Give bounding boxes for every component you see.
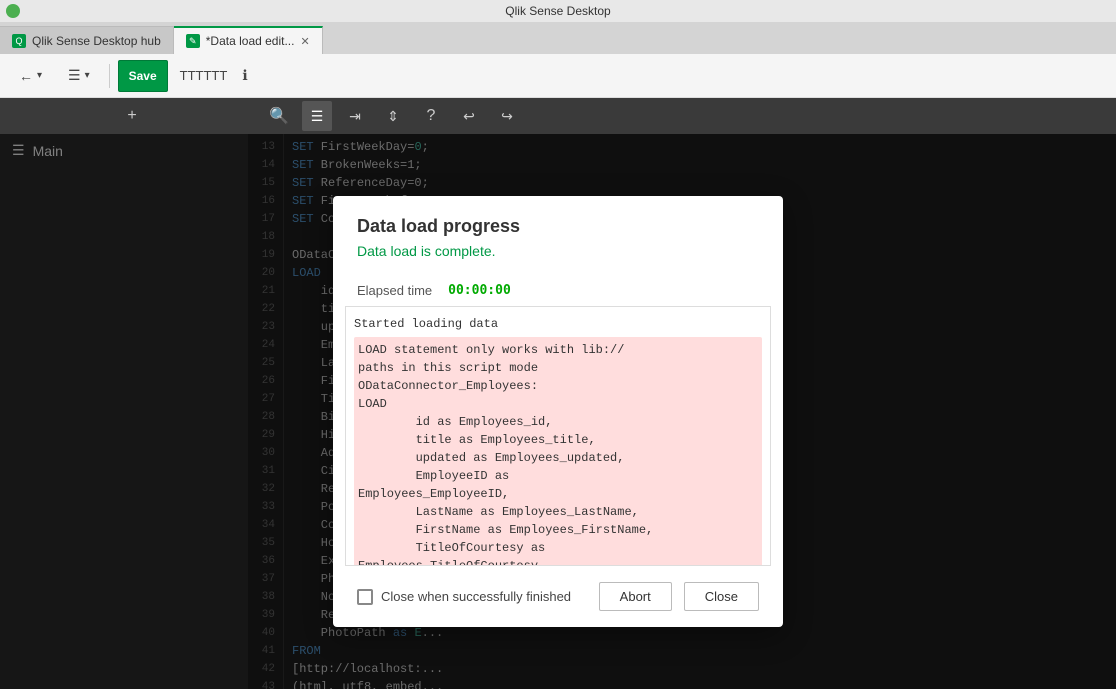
elapsed-label: Elapsed time xyxy=(357,283,432,298)
redo-button[interactable]: ↪ xyxy=(492,101,522,131)
tab-bar: Q Qlik Sense Desktop hub ✎ *Data load ed… xyxy=(0,22,1116,54)
hub-icon: Q xyxy=(12,34,26,48)
abort-button[interactable]: Abort xyxy=(599,582,672,611)
log-intro: Started loading data xyxy=(354,315,762,333)
close-on-success-checkbox[interactable] xyxy=(357,589,373,605)
help-icon: ? xyxy=(427,107,436,125)
close-label: Close xyxy=(705,589,738,604)
abort-label: Abort xyxy=(620,589,651,604)
help-button[interactable]: ? xyxy=(416,101,446,131)
indent-button[interactable]: ⇥ xyxy=(340,101,370,131)
data-load-dialog: Data load progress Data load is complete… xyxy=(333,196,783,627)
title-bar: Qlik Sense Desktop xyxy=(0,0,1116,22)
list-icon: ☰ xyxy=(68,67,81,84)
window-title: Qlik Sense Desktop xyxy=(505,4,610,18)
toolbar: ← ▾ ☰ ▾ Save TTTTTT ℹ xyxy=(0,54,1116,98)
save-label: Save xyxy=(129,69,157,83)
back-icon: ← xyxy=(19,68,33,84)
modal-title: Data load progress xyxy=(357,216,759,237)
save-button[interactable]: Save xyxy=(118,60,168,92)
checkbox-label: Close when successfully finished xyxy=(381,589,571,604)
secondary-toolbar: + 🔍 ☰ ⇥ ⇕ ? ↩ ↪ xyxy=(0,98,1116,134)
log-error-section: LOAD statement only works with lib:// pa… xyxy=(354,337,762,566)
app-icon xyxy=(6,4,20,18)
tab-close-icon[interactable]: ✕ xyxy=(300,35,309,48)
undo-button[interactable]: ↩ xyxy=(454,101,484,131)
modal-overlay: Data load progress Data load is complete… xyxy=(0,134,1116,689)
main-area: ☰ Main 13141516 17181920 21222324 252627… xyxy=(0,134,1116,689)
add-icon: + xyxy=(127,107,136,125)
list-button[interactable]: ☰ ▾ xyxy=(57,60,101,92)
tab-dataload[interactable]: ✎ *Data load edit... ✕ xyxy=(174,26,323,54)
indent-icon: ⇥ xyxy=(349,108,361,125)
modal-footer: Close when successfully finished Abort C… xyxy=(333,566,783,627)
tab-dataload-label: *Data load edit... xyxy=(206,34,295,48)
dataload-icon: ✎ xyxy=(186,34,200,48)
elapsed-value: 00:00:00 xyxy=(448,283,511,298)
search-icon: 🔍 xyxy=(269,106,289,126)
modal-log[interactable]: Started loading data LOAD statement only… xyxy=(345,306,771,566)
search-button[interactable]: 🔍 xyxy=(264,101,294,131)
font-label: TTTTTT xyxy=(180,68,228,83)
script-button[interactable]: ☰ xyxy=(302,101,332,131)
tab-hub[interactable]: Q Qlik Sense Desktop hub xyxy=(0,26,174,54)
info-icon: ℹ xyxy=(242,67,247,84)
align-button[interactable]: ⇕ xyxy=(378,101,408,131)
close-button[interactable]: Close xyxy=(684,582,759,611)
align-icon: ⇕ xyxy=(387,108,399,125)
add-section-button[interactable]: + xyxy=(117,101,147,131)
toolbar-separator xyxy=(109,64,110,88)
modal-header: Data load progress Data load is complete… xyxy=(333,196,783,275)
checkbox-wrapper[interactable]: Close when successfully finished xyxy=(357,589,587,605)
script-icon: ☰ xyxy=(311,108,324,125)
modal-elapsed: Elapsed time 00:00:00 xyxy=(333,275,783,306)
undo-icon: ↩ xyxy=(463,108,475,125)
info-button[interactable]: ℹ xyxy=(231,60,258,92)
tab-hub-label: Qlik Sense Desktop hub xyxy=(32,34,161,48)
modal-status: Data load is complete. xyxy=(357,243,759,259)
redo-icon: ↪ xyxy=(501,108,513,125)
back-button[interactable]: ← ▾ xyxy=(8,60,53,92)
